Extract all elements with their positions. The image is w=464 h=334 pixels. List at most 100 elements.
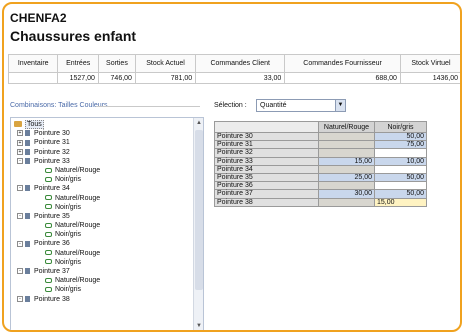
- summary-val-commandes-fournisseur: 688,00: [284, 72, 401, 84]
- tree-node[interactable]: + Pointure 32: [11, 148, 194, 157]
- size-icon: [25, 130, 30, 137]
- product-stock-window: CHENFA2 Chaussures enfant Inventaire Ent…: [2, 2, 462, 332]
- color-variant-icon: [45, 287, 52, 293]
- grid-col-noir-gris: Noir/gris: [374, 121, 427, 133]
- tree-node[interactable]: - Pointure 33: [11, 157, 194, 166]
- summary-val-entrees: 1527,00: [57, 72, 99, 84]
- scroll-thumb[interactable]: [195, 130, 203, 290]
- expand-icon[interactable]: +: [17, 130, 23, 137]
- combinations-tree[interactable]: Tous + Pointure 30 + Pointure 31 + Pointure 32…: [10, 117, 204, 330]
- tree-node[interactable]: - Pointure 38: [11, 295, 194, 304]
- grid-cell-naturel-rouge[interactable]: [318, 131, 375, 142]
- color-variant-icon: [45, 222, 52, 228]
- grid-body: Pointure 30 50,00 Pointure 31 75,00 Pointure…: [214, 131, 427, 207]
- grid-cell-noir-gris[interactable]: 50,00: [374, 172, 427, 183]
- color-variant-icon: [45, 277, 52, 283]
- tree-node[interactable]: - Pointure 37: [11, 267, 194, 276]
- grid-cell-noir-gris[interactable]: 10,00: [374, 156, 427, 166]
- combinations-divider: [96, 106, 200, 107]
- collapse-icon[interactable]: -: [17, 240, 23, 247]
- size-icon: [25, 148, 30, 155]
- grid-cell-naturel-rouge[interactable]: [318, 164, 375, 174]
- scroll-down-icon[interactable]: ▼: [195, 322, 203, 330]
- tree-node[interactable]: Noir/gris: [11, 175, 194, 184]
- color-variant-icon: [45, 176, 52, 182]
- color-variant-icon: [45, 250, 52, 256]
- tree-scrollbar[interactable]: ▲ ▼: [193, 118, 203, 330]
- expand-icon[interactable]: +: [17, 139, 23, 146]
- grid-row-label: Pointure 34: [214, 164, 319, 174]
- collapse-icon[interactable]: -: [17, 268, 23, 275]
- grid-cell-naturel-rouge[interactable]: 25,00: [318, 172, 375, 183]
- grid-cell-naturel-rouge[interactable]: [318, 181, 375, 191]
- tree-rows: Tous + Pointure 30 + Pointure 31 + Pointure 32…: [11, 120, 194, 304]
- grid-row: Pointure 33 15,00 10,00: [214, 156, 427, 166]
- collapse-icon[interactable]: -: [17, 185, 23, 192]
- summary-header-row: Inventaire Entrées Sorties Stock Actuel …: [7, 54, 460, 73]
- size-icon: [25, 157, 30, 164]
- grid-row-label: Pointure 31: [214, 140, 319, 150]
- tree-node[interactable]: + Pointure 31: [11, 138, 194, 147]
- tree-node[interactable]: Naturel/Rouge: [11, 194, 194, 203]
- grid-cell-naturel-rouge[interactable]: [318, 148, 375, 158]
- tree-node[interactable]: + Pointure 30: [11, 129, 194, 138]
- tree-node-label: Pointure 31: [34, 139, 70, 147]
- summary-val-inventaire: [7, 72, 59, 84]
- summary-col-stock-virtuel: Stock Virtuel: [399, 54, 460, 73]
- grid-col-naturel-rouge: Naturel/Rouge: [318, 121, 375, 133]
- grid-cell-naturel-rouge[interactable]: 15,00: [318, 156, 375, 166]
- grid-corner: [214, 121, 319, 133]
- color-variant-icon: [45, 231, 52, 237]
- summary-values-row: 1527,00 746,00 781,00 33,00 688,00 1436,…: [7, 72, 460, 84]
- tree-node-label: Pointure 33: [34, 157, 70, 165]
- tree-node[interactable]: Naturel/Rouge: [11, 249, 194, 258]
- grid-cell-noir-gris[interactable]: [374, 181, 427, 191]
- grid-row-label: Pointure 36: [214, 181, 319, 191]
- grid-cell-noir-gris[interactable]: 50,00: [374, 131, 427, 142]
- tree-node[interactable]: Naturel/Rouge: [11, 221, 194, 230]
- expand-icon[interactable]: +: [17, 148, 23, 155]
- selection-dropdown[interactable]: Quantité ▼: [256, 99, 346, 112]
- tree-node-label: Naturel/Rouge: [55, 249, 101, 257]
- chevron-down-icon[interactable]: ▼: [335, 100, 345, 111]
- collapse-icon[interactable]: -: [17, 295, 23, 302]
- summary-col-entrees: Entrées: [57, 54, 99, 73]
- tree-node[interactable]: Naturel/Rouge: [11, 276, 194, 285]
- summary-col-commandes-fournisseur: Commandes Fournisseur: [284, 54, 401, 73]
- grid-cell-naturel-rouge[interactable]: [318, 140, 375, 150]
- tree-node-label: Pointure 32: [34, 148, 70, 156]
- summary-col-sorties: Sorties: [97, 54, 136, 73]
- tree-node-label: Pointure 38: [34, 295, 70, 303]
- grid-row: Pointure 36: [214, 181, 427, 191]
- tree-node[interactable]: Noir/gris: [11, 230, 194, 239]
- grid-row-label: Pointure 32: [214, 148, 319, 158]
- summary-val-stock-actuel: 781,00: [134, 72, 197, 84]
- summary-val-sorties: 746,00: [97, 72, 136, 84]
- summary-val-stock-virtuel: 1436,00: [399, 72, 460, 84]
- scroll-up-icon[interactable]: ▲: [195, 119, 203, 127]
- tree-node-label: Pointure 34: [34, 185, 70, 193]
- grid-cell-noir-gris[interactable]: 15,00: [374, 197, 427, 207]
- folder-icon: [14, 121, 22, 128]
- tree-node[interactable]: Noir/gris: [11, 203, 194, 212]
- color-variant-icon: [45, 167, 52, 173]
- size-icon: [25, 213, 30, 220]
- selection-value: Quantité: [260, 102, 287, 109]
- grid-cell-naturel-rouge[interactable]: 30,00: [318, 189, 375, 199]
- grid-cell-noir-gris[interactable]: 75,00: [374, 140, 427, 150]
- tree-node[interactable]: Noir/gris: [11, 285, 194, 294]
- tree-node[interactable]: Naturel/Rouge: [11, 166, 194, 175]
- selection-label: Sélection :: [214, 102, 247, 109]
- tree-node[interactable]: - Pointure 35: [11, 212, 194, 221]
- grid-cell-noir-gris[interactable]: [374, 164, 427, 174]
- tree-node[interactable]: Tous: [11, 120, 194, 129]
- collapse-icon[interactable]: -: [17, 213, 23, 220]
- collapse-icon[interactable]: -: [17, 157, 23, 164]
- tree-node[interactable]: - Pointure 36: [11, 239, 194, 248]
- tree-node[interactable]: Noir/gris: [11, 258, 194, 267]
- grid-row-label: Pointure 30: [214, 131, 319, 142]
- grid-cell-noir-gris[interactable]: [374, 148, 427, 158]
- grid-cell-noir-gris[interactable]: 50,00: [374, 189, 427, 199]
- tree-node[interactable]: - Pointure 34: [11, 184, 194, 193]
- grid-cell-naturel-rouge[interactable]: [318, 197, 375, 207]
